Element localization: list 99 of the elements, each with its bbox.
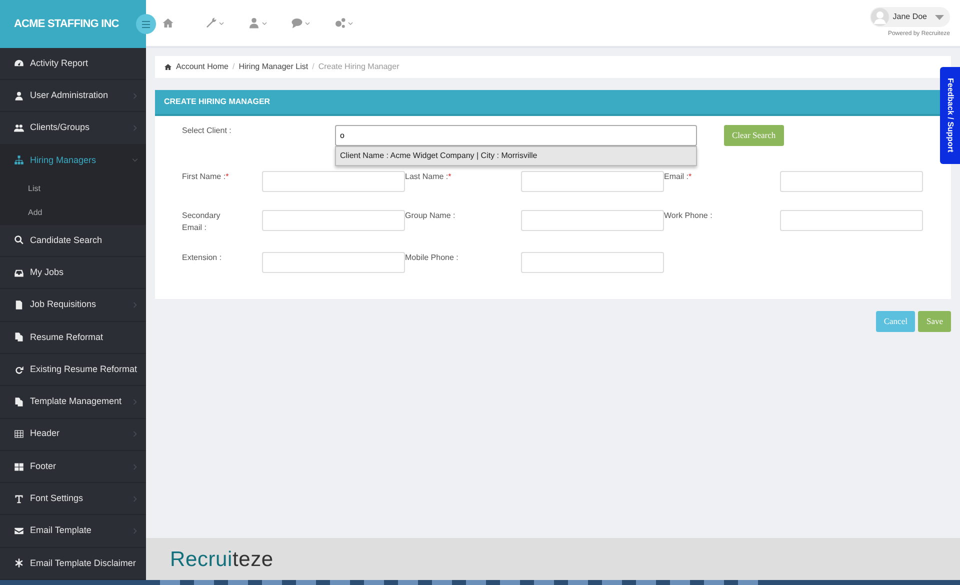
taskbar-icon[interactable] (500, 580, 520, 585)
text-field[interactable] (262, 171, 405, 192)
grid-icon (14, 462, 24, 472)
menu-icon (142, 20, 150, 28)
gauge-icon (14, 58, 24, 68)
field-label: Mobile Phone : (405, 252, 460, 264)
sidebar-item[interactable]: Candidate Search (0, 224, 146, 257)
sidebar-item[interactable]: Email Template (0, 515, 146, 548)
feedback-support-tab[interactable]: Feedback / Support (940, 67, 960, 164)
taskbar-icon[interactable] (670, 580, 690, 585)
envelope-icon (14, 526, 24, 536)
field-label: First Name :* (182, 171, 230, 183)
field-label: Group Name : (405, 210, 456, 222)
text-icon (14, 494, 24, 504)
user-menu[interactable]: Jane Doe (870, 7, 950, 27)
hierarchy-icon (14, 155, 24, 166)
breadcrumb-current: Create Hiring Manager (318, 61, 400, 73)
submenu-item[interactable]: List (28, 184, 40, 193)
chevron-icon (132, 496, 138, 502)
taskbar-icon[interactable] (568, 580, 588, 585)
chevron-icon (219, 20, 224, 26)
footer-logo: Recruiteze (170, 548, 274, 570)
taskbar-icon[interactable] (364, 580, 384, 585)
text-field[interactable] (780, 210, 923, 231)
taskbar-icon[interactable] (534, 580, 554, 585)
users-icon (14, 122, 24, 133)
breadcrumb-separator: / (312, 61, 314, 73)
copy-icon (14, 332, 24, 342)
copy-icon (14, 396, 24, 407)
taskbar-icon[interactable] (194, 580, 214, 585)
submenu-item[interactable]: Add (28, 208, 42, 217)
caret-icon (935, 14, 944, 20)
field-label: Select Client : (182, 125, 232, 137)
text-field[interactable] (521, 210, 664, 231)
taskbar-icon[interactable] (296, 580, 316, 585)
panel-title: CREATE HIRING MANAGER (164, 96, 270, 108)
field-label: Last Name :* (405, 171, 452, 183)
taskbar-icon[interactable] (262, 580, 282, 585)
sidebar-item[interactable]: Job Requisitions (0, 289, 146, 322)
chevron-icon (132, 157, 138, 164)
chevron-icon (262, 20, 267, 26)
sidebar-item[interactable]: Resume Reformat (0, 322, 146, 354)
sidebar-item[interactable]: Hiring Managers (0, 144, 146, 177)
user-icon (248, 17, 260, 29)
chevron-icon (132, 92, 138, 99)
field-label: Extension : (182, 252, 223, 264)
table-icon (14, 429, 24, 440)
chevron-icon (132, 398, 138, 405)
home-icon (164, 63, 172, 71)
taskbar-icon[interactable] (160, 580, 180, 585)
brand-name: ACME STAFFING INC (14, 16, 119, 32)
taskbar-icon[interactable] (602, 580, 622, 585)
sidebar-item[interactable]: Footer (0, 450, 146, 484)
document-icon (14, 300, 24, 310)
chevron-icon (305, 20, 310, 26)
field-label: Email :* (664, 171, 693, 183)
sidebar-item[interactable]: Header (0, 418, 146, 451)
chevron-icon (132, 302, 138, 308)
text-field[interactable] (780, 171, 923, 192)
taskbar-icon[interactable] (228, 580, 248, 585)
field-label: Work Phone : (664, 210, 714, 222)
breadcrumb-link[interactable]: Account Home (176, 61, 228, 73)
sidebar-item[interactable]: Existing Resume Reformat (0, 354, 146, 386)
wrench-icon (205, 17, 217, 29)
taskbar-icon[interactable] (432, 580, 452, 585)
chevron-icon (132, 124, 138, 131)
inbox-icon (14, 268, 24, 278)
taskbar-icon[interactable] (466, 580, 486, 585)
chevron-icon (132, 431, 138, 438)
client-search-field[interactable]: o (335, 125, 697, 146)
sidebar-item[interactable]: User Administration (0, 80, 146, 112)
user-icon (14, 90, 24, 101)
menu-button[interactable] (136, 14, 156, 34)
text-field[interactable] (521, 171, 664, 192)
sidebar-item[interactable]: Activity Report (0, 48, 146, 80)
home-icon (162, 17, 174, 29)
taskbar-icon[interactable] (704, 580, 724, 585)
text-field[interactable] (521, 252, 664, 273)
chevron-icon (348, 20, 353, 26)
field-label: Secondary Email : (182, 210, 222, 234)
text-field[interactable] (262, 252, 405, 273)
breadcrumb-link[interactable]: Hiring Manager List (238, 61, 308, 73)
speech-bubble-icon (291, 17, 303, 29)
sidebar-item[interactable]: My Jobs (0, 256, 146, 290)
search-icon (14, 235, 24, 246)
autocomplete-option[interactable]: Client Name : Acme Widget Company | City : Morrisville (340, 150, 692, 162)
sidebar-item[interactable]: Template Management (0, 386, 146, 419)
breadcrumb-separator: / (232, 61, 235, 73)
taskbar-icon[interactable] (738, 580, 758, 585)
taskbar-icon[interactable] (330, 580, 350, 585)
asterisk-icon (14, 558, 24, 568)
chevron-icon (132, 464, 138, 470)
taskbar-icon[interactable] (398, 580, 418, 585)
text-field[interactable] (262, 210, 405, 231)
chevron-icon (132, 528, 138, 534)
refresh-icon (14, 364, 24, 375)
avatar-icon (870, 8, 889, 26)
taskbar-icon[interactable] (636, 580, 656, 585)
sidebar-item[interactable]: Font Settings (0, 483, 146, 516)
